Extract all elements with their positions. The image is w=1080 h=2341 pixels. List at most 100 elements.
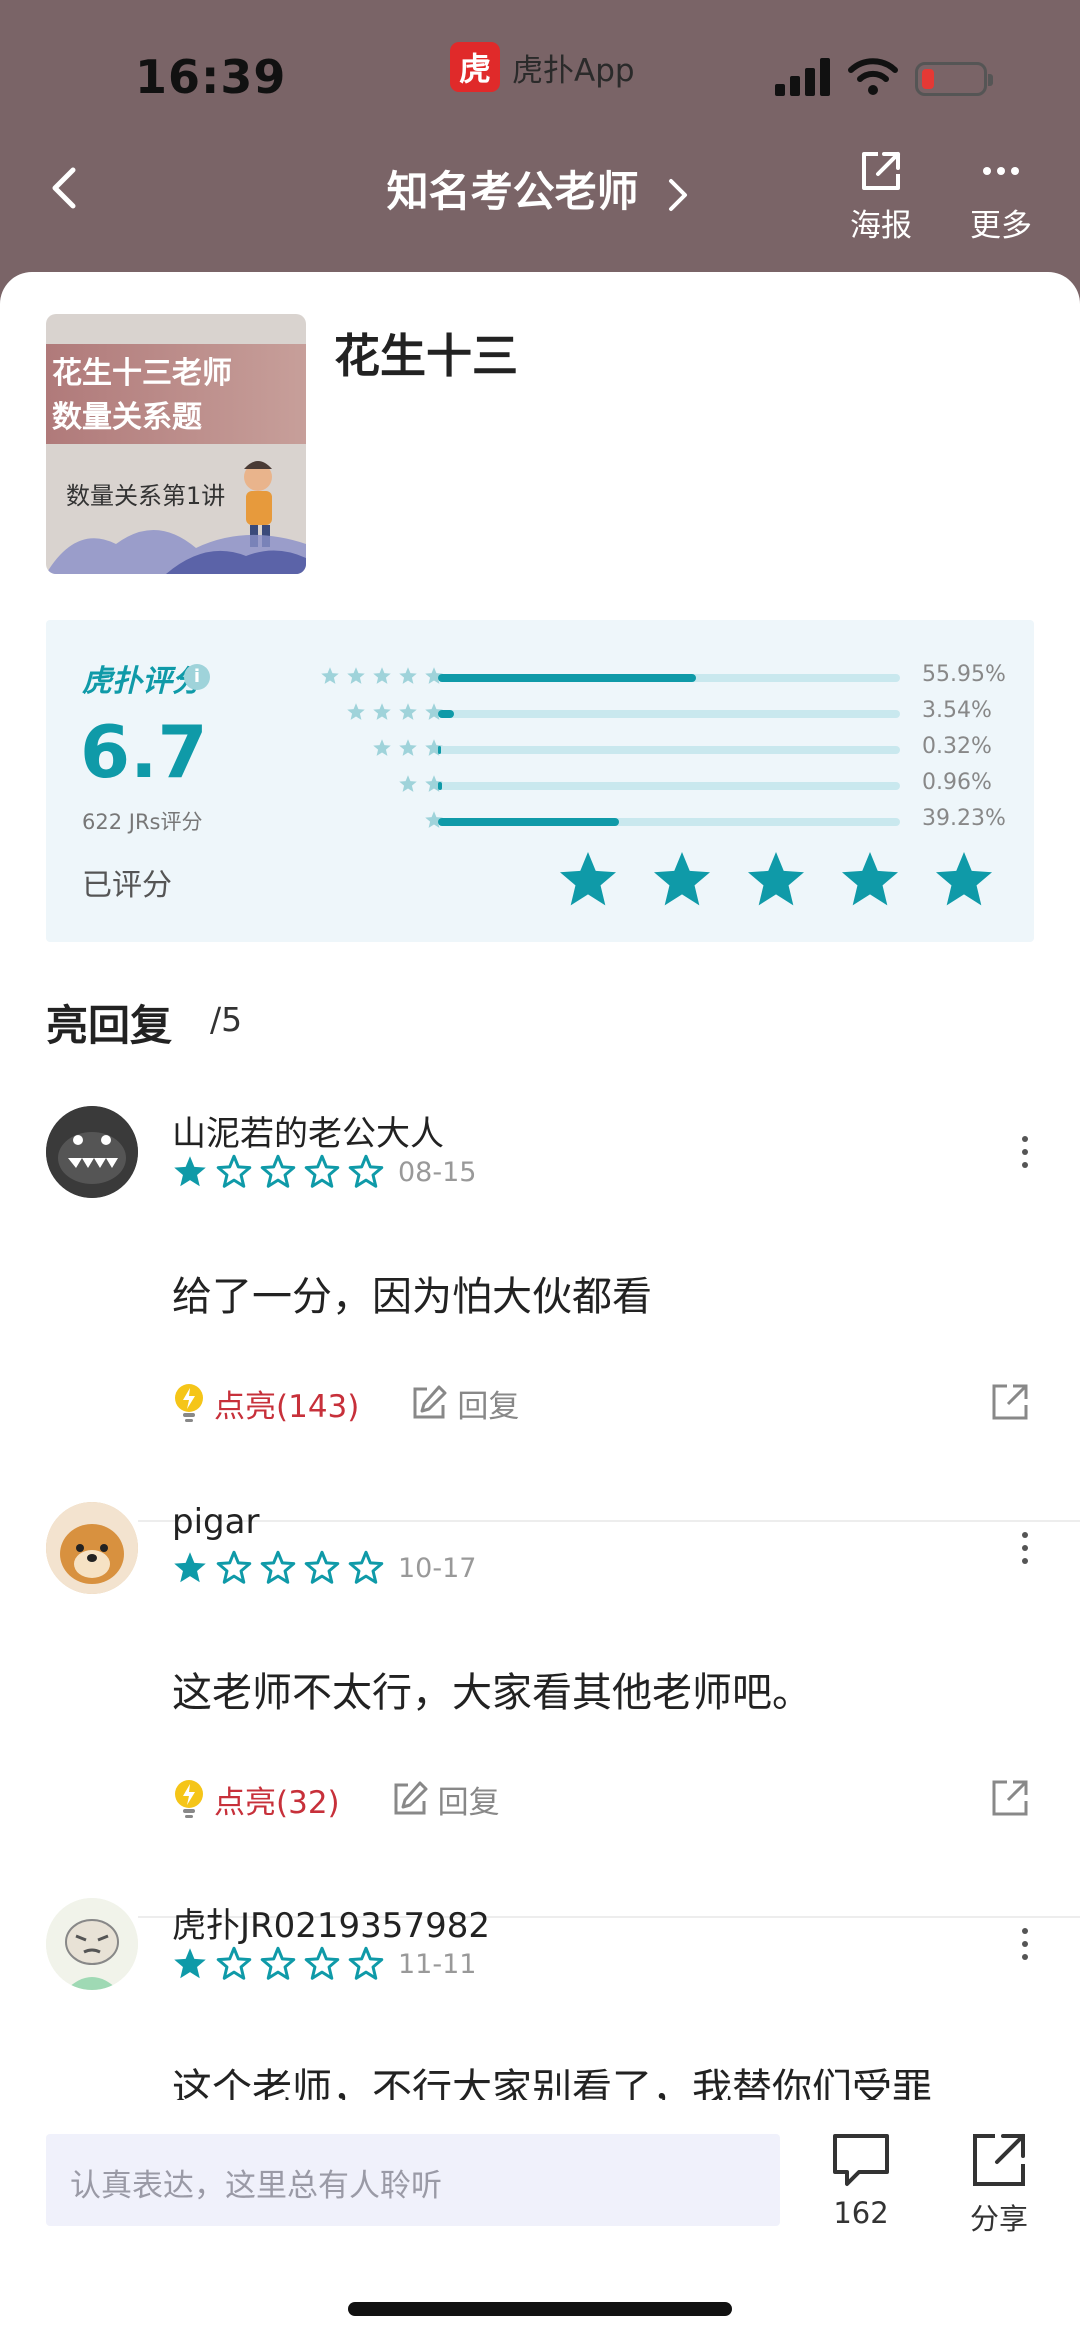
light-button[interactable]: 点亮(143) bbox=[172, 1381, 359, 1426]
section-count: /5 bbox=[210, 1000, 243, 1039]
comment-star-icon bbox=[348, 1550, 384, 1584]
reply-button[interactable]: 回复 bbox=[409, 1381, 519, 1426]
dist-bar-fill bbox=[438, 674, 697, 682]
comment-input[interactable]: 认真表达，这里总有人聆听 bbox=[46, 2134, 780, 2226]
dist-star-icon bbox=[321, 667, 339, 684]
reply-label: 回复 bbox=[457, 1388, 520, 1425]
dist-star-icon bbox=[373, 739, 391, 756]
comment-star-icon bbox=[260, 1550, 296, 1584]
comment-date: 11-11 bbox=[398, 1948, 477, 1980]
comment-divider bbox=[138, 1520, 1080, 1522]
poster-button[interactable]: 海报 bbox=[848, 148, 914, 245]
comment-more-icon[interactable] bbox=[1018, 1532, 1032, 1571]
light-button[interactable]: 点亮(32) bbox=[172, 1777, 340, 1822]
dist-bar-fill bbox=[438, 818, 620, 826]
comment-star-icon bbox=[216, 1550, 252, 1584]
comment-bubble-icon bbox=[833, 2134, 889, 2186]
dist-stars bbox=[392, 774, 444, 798]
comment-star-icon bbox=[174, 1948, 206, 1979]
dist-star-icon bbox=[347, 667, 365, 684]
edit-reply-icon bbox=[413, 1385, 447, 1419]
share-label: 分享 bbox=[969, 2202, 1028, 2236]
avatar-monster-image bbox=[46, 1106, 138, 1198]
section-title: 亮回复 bbox=[46, 1001, 173, 1050]
rating-dist-row: 3.54% bbox=[46, 696, 1034, 732]
avatar[interactable] bbox=[46, 1502, 138, 1594]
dist-bar-fill bbox=[438, 782, 443, 790]
comment-star-icon bbox=[348, 1946, 384, 1980]
rating-dist-row: 55.95% bbox=[46, 660, 1034, 696]
item-title: 花生十三 bbox=[334, 329, 518, 383]
comment-username[interactable]: 山泥若的老公大人 bbox=[172, 1106, 444, 1155]
dist-star-icon bbox=[347, 703, 365, 720]
share-icon bbox=[973, 2134, 1025, 2186]
app-badge-label: 虎扑App bbox=[512, 52, 635, 89]
chevron-right-icon bbox=[669, 178, 688, 211]
dist-star-icon bbox=[373, 703, 391, 720]
signal-icon bbox=[775, 58, 831, 96]
wifi-icon bbox=[848, 58, 898, 95]
nav-title-text: 知名考公老师 bbox=[386, 167, 639, 216]
dist-percent: 0.32% bbox=[922, 734, 992, 759]
comment-date: 08-15 bbox=[398, 1156, 477, 1188]
avatar[interactable] bbox=[46, 1106, 138, 1198]
comment-username[interactable]: pigar bbox=[172, 1502, 259, 1542]
dist-percent: 55.95% bbox=[922, 662, 1006, 687]
dist-star-icon bbox=[399, 703, 417, 720]
comment-more-icon[interactable] bbox=[1018, 1136, 1032, 1175]
share-icon[interactable] bbox=[990, 1778, 1030, 1818]
comment-star-icon bbox=[174, 1156, 206, 1187]
comment-text: 这老师不太行，大家看其他老师吧。 bbox=[172, 1670, 812, 1716]
lightbulb-icon bbox=[175, 1384, 203, 1422]
cover-hills bbox=[46, 529, 306, 574]
dist-bar-track bbox=[438, 746, 900, 754]
share-icon[interactable] bbox=[990, 1382, 1030, 1422]
my-rating-stars[interactable] bbox=[556, 848, 996, 918]
dist-stars bbox=[340, 702, 444, 726]
edit-reply-icon bbox=[394, 1781, 428, 1815]
more-dots-icon bbox=[983, 167, 1019, 175]
comment-rating: 08-15 bbox=[172, 1152, 476, 1192]
comment-star-icon bbox=[304, 1154, 340, 1188]
comment-more-icon[interactable] bbox=[1018, 1928, 1032, 1967]
rating-dist-row: 39.23% bbox=[46, 804, 1034, 840]
comment-text: 给了一分，因为怕大伙都看 bbox=[172, 1274, 652, 1320]
light-label: 点亮(32) bbox=[214, 1784, 340, 1821]
rated-status: 已评分 bbox=[82, 868, 172, 903]
avatar-cartoon-image bbox=[46, 1898, 138, 1990]
dist-bar-track bbox=[438, 818, 900, 826]
comments-button[interactable]: 162 bbox=[826, 2130, 896, 2230]
comments-count: 162 bbox=[833, 2196, 889, 2230]
comment-star-icon bbox=[304, 1550, 340, 1584]
comment-star-icon bbox=[260, 1946, 296, 1980]
dist-star-icon bbox=[399, 667, 417, 684]
dist-bar-fill bbox=[438, 710, 455, 718]
comment-star-icon bbox=[304, 1946, 340, 1980]
rating-star-icon bbox=[748, 852, 804, 906]
rating-star-icon bbox=[936, 852, 992, 906]
reply-button[interactable]: 回复 bbox=[390, 1777, 500, 1822]
cover-line-2: 数量关系题 bbox=[52, 400, 202, 435]
battery-icon bbox=[915, 62, 993, 96]
avatar-dog-image bbox=[46, 1502, 138, 1594]
cover-image[interactable]: 花生十三老师 数量关系题 数量关系第1讲 bbox=[46, 314, 306, 574]
nav-title[interactable]: 知名考公老师 bbox=[0, 158, 1080, 219]
cover-line-1: 花生十三老师 bbox=[52, 356, 232, 391]
home-indicator[interactable] bbox=[348, 2302, 732, 2316]
comment-star-icon bbox=[216, 1946, 252, 1980]
app-badge[interactable]: 虎 虎扑App bbox=[450, 42, 635, 92]
comment-username[interactable]: 虎扑JR0219357982 bbox=[172, 1898, 490, 1947]
comment-actions: 点亮(143) 回复 bbox=[172, 1378, 519, 1428]
comment-star-icon bbox=[260, 1154, 296, 1188]
rating-dist-row: 0.96% bbox=[46, 768, 1034, 804]
dist-percent: 3.54% bbox=[922, 698, 992, 723]
dist-bar-fill bbox=[438, 746, 441, 754]
rating-star-icon bbox=[654, 852, 710, 906]
comment-actions: 点亮(32) 回复 bbox=[172, 1774, 500, 1824]
dist-bar-track bbox=[438, 674, 900, 682]
comment-rating: 10-17 bbox=[172, 1548, 476, 1588]
avatar[interactable] bbox=[46, 1898, 138, 1990]
status-bar: 16:39 虎 虎扑App bbox=[0, 0, 1080, 140]
share-button[interactable]: 分享 bbox=[964, 2130, 1034, 2238]
more-button[interactable]: 更多 bbox=[968, 148, 1034, 245]
